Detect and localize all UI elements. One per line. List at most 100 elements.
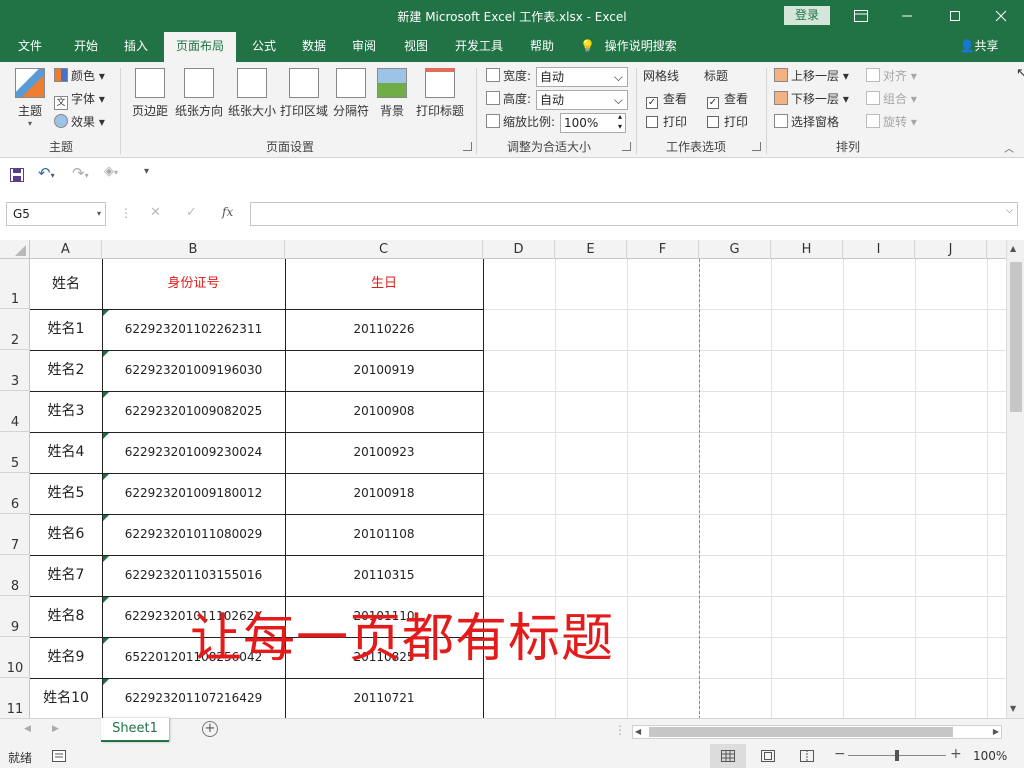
data-cell[interactable]: 姓名4 <box>30 432 102 473</box>
tab-page-layout[interactable]: 页面布局 <box>164 32 236 62</box>
next-sheet-icon[interactable]: ▶ <box>52 724 59 734</box>
row-header-10[interactable]: 10 <box>0 637 30 678</box>
header-cell[interactable]: 生日 <box>285 259 483 309</box>
row-header-3[interactable]: 3 <box>0 350 30 391</box>
selection-pane-button[interactable]: 选择窗格 <box>774 112 839 132</box>
minimize-icon[interactable] <box>884 0 930 32</box>
print-area-button[interactable]: 打印区域 <box>280 68 328 130</box>
vertical-scrollbar[interactable]: ▲ ▼ <box>1006 240 1024 718</box>
height-select[interactable]: 自动 ⌵ <box>536 90 628 110</box>
column-header-j[interactable]: J <box>915 240 987 259</box>
redo-icon[interactable]: ↷▾ <box>72 164 89 182</box>
paper-size-button[interactable]: 纸张大小 <box>228 68 276 130</box>
data-cell[interactable]: 20100908 <box>285 391 483 432</box>
page-layout-view-icon[interactable] <box>761 750 775 762</box>
column-header-h[interactable]: H <box>771 240 843 259</box>
scroll-down-icon[interactable]: ▼ <box>1010 704 1016 713</box>
column-header-f[interactable]: F <box>627 240 699 259</box>
tab-review[interactable]: 审阅 <box>342 32 386 62</box>
data-cell[interactable]: 622923201103155016 <box>102 555 285 596</box>
tab-file[interactable]: 文件 <box>8 32 52 62</box>
page-break-preview-icon[interactable] <box>800 750 814 762</box>
column-header-d[interactable]: D <box>483 240 555 259</box>
breaks-button[interactable]: 分隔符 <box>332 68 370 130</box>
data-cell[interactable]: 622923201107216429 <box>102 678 285 718</box>
data-cell[interactable]: 姓名1 <box>30 309 102 350</box>
column-header-e[interactable]: E <box>555 240 627 259</box>
expand-formula-icon[interactable]: ⌵ <box>1006 206 1013 216</box>
orientation-button[interactable]: 纸张方向 <box>174 68 224 130</box>
scroll-left-icon[interactable]: ◀ <box>635 727 641 736</box>
tab-formulas[interactable]: 公式 <box>242 32 286 62</box>
column-header-a[interactable]: A <box>30 240 102 259</box>
data-cell[interactable]: 姓名6 <box>30 514 102 555</box>
bring-forward-button[interactable]: 上移一层 ▾ <box>774 66 849 86</box>
column-header-g[interactable]: G <box>699 240 771 259</box>
tell-me-search[interactable]: 💡 操作说明搜索 <box>580 32 690 62</box>
tab-data[interactable]: 数据 <box>292 32 336 62</box>
rotate-button[interactable]: 旋转 ▾ <box>866 112 917 132</box>
data-cell[interactable]: 622923201102262311 <box>102 309 285 350</box>
data-cell[interactable]: 622923201009180012 <box>102 473 285 514</box>
collapse-ribbon-icon[interactable]: ︿ <box>1004 140 1014 155</box>
tab-view[interactable]: 视图 <box>394 32 438 62</box>
add-sheet-icon[interactable]: + <box>202 721 218 737</box>
row-header-6[interactable]: 6 <box>0 473 30 514</box>
share-button[interactable]: 👤共享 <box>954 32 1004 62</box>
sheet-options-launcher-icon[interactable] <box>752 142 761 151</box>
scroll-thumb[interactable] <box>1010 262 1022 412</box>
data-cell[interactable]: 20100923 <box>285 432 483 473</box>
macro-record-icon[interactable] <box>52 750 66 762</box>
maximize-icon[interactable] <box>932 0 978 32</box>
effects-button[interactable]: 效果 ▾ <box>54 112 105 132</box>
tab-home[interactable]: 开始 <box>64 32 108 62</box>
worksheet-grid[interactable]: ABCDEFGHIJ 1 2 3 4 5 6 7 8 9 10 11 姓名 身份证号 生日 姓名1 6229… <box>0 240 1006 718</box>
data-cell[interactable]: 20100918 <box>285 473 483 514</box>
scroll-up-icon[interactable]: ▲ <box>1010 244 1016 253</box>
data-cell[interactable]: 20110226 <box>285 309 483 350</box>
data-cell[interactable]: 20100919 <box>285 350 483 391</box>
scale-launcher-icon[interactable] <box>622 142 631 151</box>
data-cell[interactable]: 姓名7 <box>30 555 102 596</box>
column-header-c[interactable]: C <box>285 240 483 259</box>
close-icon[interactable] <box>978 0 1024 32</box>
group-button[interactable]: 组合 ▾ <box>866 89 917 109</box>
header-cell[interactable]: 身份证号 <box>102 259 285 309</box>
column-header-i[interactable]: I <box>843 240 915 259</box>
data-cell[interactable]: 622923201009230024 <box>102 432 285 473</box>
data-cell[interactable]: 姓名2 <box>30 350 102 391</box>
data-cell[interactable]: 622923201009082025 <box>102 391 285 432</box>
login-button[interactable]: 登录 <box>784 6 830 25</box>
data-cell[interactable]: 20101108 <box>285 514 483 555</box>
tab-help[interactable]: 帮助 <box>520 32 564 62</box>
data-cell[interactable]: 20110721 <box>285 678 483 718</box>
horizontal-scrollbar[interactable]: ◀ ▶ <box>632 725 1002 739</box>
scale-spinner[interactable]: 100% ▴ ▾ <box>560 112 626 133</box>
zoom-level[interactable]: 100% <box>973 749 1007 763</box>
row-header-4[interactable]: 4 <box>0 391 30 432</box>
row-header-2[interactable]: 2 <box>0 309 30 350</box>
column-header-b[interactable]: B <box>102 240 285 259</box>
header-cell[interactable]: 姓名 <box>30 259 102 309</box>
send-backward-button[interactable]: 下移一层 ▾ <box>774 89 849 109</box>
tab-split-grip-icon[interactable]: ⋮ <box>614 723 626 737</box>
zoom-out-icon[interactable]: − <box>834 746 846 762</box>
ribbon-display-options-icon[interactable] <box>838 0 884 32</box>
tab-insert[interactable]: 插入 <box>114 32 158 62</box>
row-header-1[interactable]: 1 <box>0 259 30 309</box>
undo-icon[interactable]: ↶▾ <box>38 164 55 182</box>
normal-view-button[interactable] <box>710 744 746 768</box>
margins-button[interactable]: 页边距 <box>128 68 172 130</box>
hscroll-thumb[interactable] <box>649 727 953 737</box>
data-cell[interactable]: 姓名5 <box>30 473 102 514</box>
scroll-right-icon[interactable]: ▶ <box>993 727 999 736</box>
zoom-in-icon[interactable]: + <box>950 746 962 762</box>
select-all-corner[interactable] <box>0 240 30 259</box>
cancel-icon[interactable]: ✕ <box>150 205 161 220</box>
data-cell[interactable]: 姓名3 <box>30 391 102 432</box>
tab-developer[interactable]: 开发工具 <box>448 32 510 62</box>
align-button[interactable]: 对齐 ▾ <box>866 66 917 86</box>
sheet-tab-sheet1[interactable]: Sheet1 <box>101 718 169 742</box>
save-icon[interactable] <box>10 168 24 182</box>
data-cell[interactable]: 姓名9 <box>30 637 102 678</box>
